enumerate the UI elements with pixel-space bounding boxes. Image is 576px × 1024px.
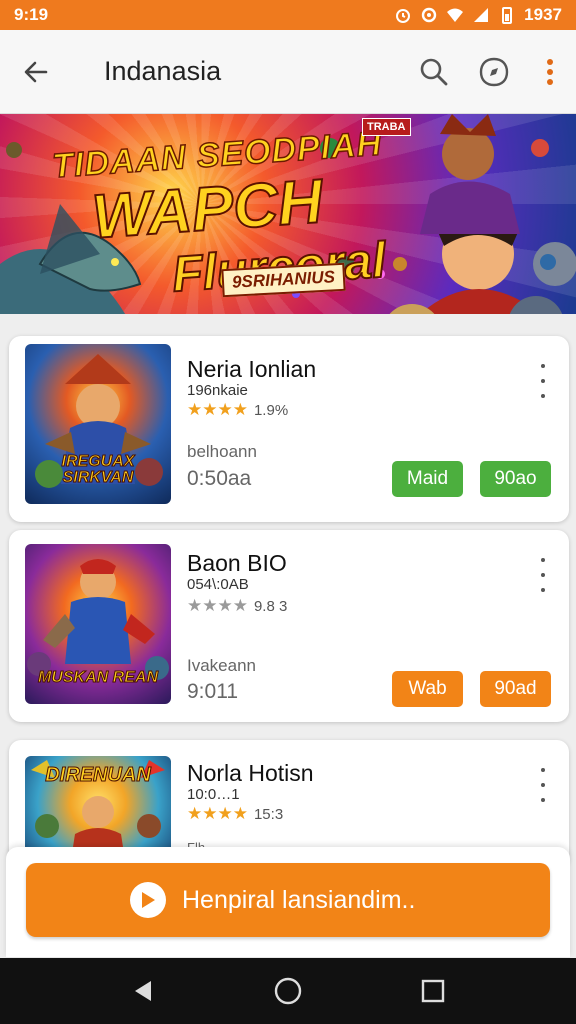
app-thumbnail: IREGUAX SIRKVAN	[25, 344, 171, 504]
list-item[interactable]: IREGUAX SIRKVAN Neria Ionlian 196nkaie ★…	[9, 336, 569, 522]
app-thumbnail-label: IREGUAX SIRKVAN	[61, 453, 135, 486]
battery-icon	[502, 7, 513, 24]
star-rating-icon: ★★★★	[187, 400, 248, 419]
status-clock: 1937	[524, 5, 562, 24]
status-time: 9:19	[14, 5, 49, 24]
app-thumbnail: DIRENUAN	[25, 756, 171, 860]
primary-action-button[interactable]: Wab	[392, 671, 463, 707]
primary-action-button[interactable]: Maid	[392, 461, 463, 497]
app-name: Baon BIO	[187, 550, 287, 576]
cta-label: Henpiral lansiandim..	[182, 885, 416, 914]
search-icon	[420, 58, 448, 85]
page-title: Indanasia	[104, 56, 222, 86]
app-thumbnail-label: MUSKAN REAN	[38, 669, 159, 686]
arrow-left-icon	[24, 61, 48, 82]
more-options-button[interactable]	[524, 30, 576, 114]
app-subtitle: 196nkaie	[187, 382, 248, 399]
alarm-icon	[396, 9, 411, 23]
compass-icon	[479, 57, 509, 86]
secondary-action-button[interactable]: 90ao	[480, 461, 551, 497]
promo-banner[interactable]: TIDAAN SEODPIAH WAPCH Flurcoral 9SRIHANI…	[0, 114, 576, 314]
system-nav-bar	[0, 958, 576, 1024]
more-vert-icon[interactable]	[533, 364, 553, 398]
app-thumbnail: MUSKAN REAN	[25, 544, 171, 704]
back-button[interactable]	[0, 30, 72, 114]
nav-recent-button[interactable]	[405, 963, 461, 1019]
rating-text: 1.9%	[253, 401, 289, 419]
nav-home-button[interactable]	[260, 963, 316, 1019]
compass-button[interactable]	[464, 30, 524, 114]
status-bar: 9:19 1937	[0, 0, 576, 30]
nav-back-button[interactable]	[115, 963, 171, 1019]
bottom-action-panel: Henpiral lansiandim..	[6, 847, 570, 957]
app-name: Neria Ionlian	[187, 356, 317, 382]
search-button[interactable]	[404, 30, 464, 114]
app-size: 0:50aa	[187, 467, 252, 490]
wifi-icon	[447, 8, 464, 22]
banner-badge: TRABA	[362, 118, 411, 136]
sync-icon	[421, 7, 437, 23]
signal-icon	[474, 8, 489, 22]
more-vert-icon	[547, 58, 553, 85]
secondary-action-button[interactable]: 90ad	[480, 671, 551, 707]
app-category: Ivakeann	[187, 656, 256, 675]
square-recent-icon	[422, 979, 445, 1003]
app-rating: ★★★★ 9.8 3	[187, 596, 287, 616]
play-icon	[130, 882, 166, 918]
app-size: 9:011	[187, 680, 238, 703]
rating-text: 15:3	[253, 805, 284, 823]
app-subtitle: 054\:0AB	[187, 576, 249, 593]
app-category: belhoann	[187, 442, 257, 461]
app-name: Norla Hotisn	[187, 760, 314, 786]
status-icons: 1937	[394, 5, 562, 25]
more-vert-icon[interactable]	[533, 558, 553, 592]
list-item[interactable]: MUSKAN REAN Baon BIO 054\:0AB ★★★★ 9.8 3…	[9, 530, 569, 722]
primary-cta-button[interactable]: Henpiral lansiandim..	[26, 863, 550, 937]
triangle-back-icon	[134, 981, 151, 1001]
app-subtitle: 10:0…1	[187, 786, 240, 803]
more-vert-icon[interactable]	[533, 768, 553, 802]
star-rating-icon: ★★★★	[187, 596, 248, 615]
app-rating: ★★★★ 1.9%	[187, 400, 288, 420]
rating-text: 9.8 3	[253, 597, 288, 615]
app-rating: ★★★★ 15:3	[187, 804, 283, 824]
circle-home-icon	[274, 977, 302, 1005]
app-thumbnail-title: DIRENUAN	[45, 764, 152, 787]
star-rating-icon: ★★★★	[187, 804, 248, 823]
app-bar: Indanasia	[0, 30, 576, 114]
